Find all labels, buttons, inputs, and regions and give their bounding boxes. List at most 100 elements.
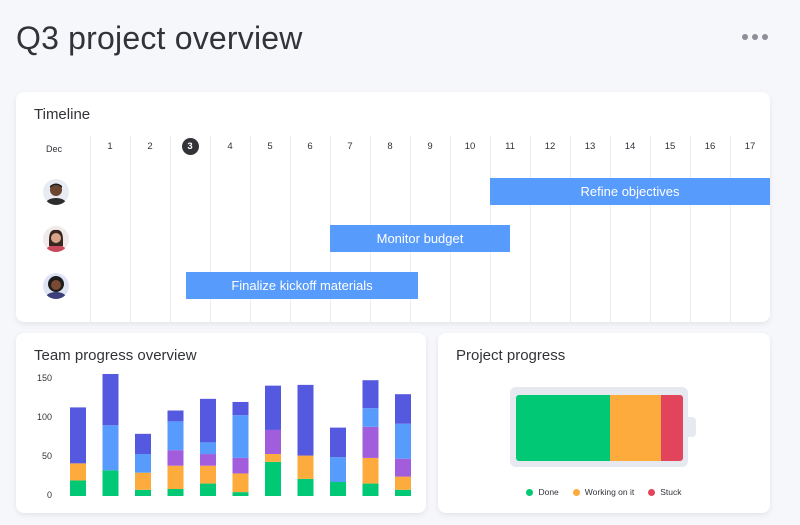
bar-segment[interactable]: [232, 415, 249, 458]
bar-segment[interactable]: [102, 373, 119, 426]
bar-segment[interactable]: [297, 384, 314, 456]
bar-segment[interactable]: [330, 482, 346, 496]
bar-segment[interactable]: [395, 394, 411, 424]
bar-segment[interactable]: [330, 427, 346, 458]
bar-segment[interactable]: [70, 480, 86, 496]
timeline-gridline: [730, 136, 731, 322]
timeline-widget: Timeline Dec 1 2 3 4 5 6 7 8 9 10 11 12 13 14 15 16 17 Re…: [16, 92, 770, 322]
timeline-day: 9: [427, 141, 433, 152]
timeline-gridline: [690, 136, 691, 322]
legend-item: Done: [526, 487, 559, 497]
progress-segment[interactable]: [661, 395, 683, 461]
project-progress-widget: Project progress Done Working on it Stuck: [438, 333, 770, 513]
timeline-day-today: 3: [170, 138, 210, 155]
bar-segment[interactable]: [200, 398, 216, 443]
bar-segment[interactable]: [200, 442, 216, 455]
more-options-icon[interactable]: [742, 30, 772, 44]
timeline-day: 11: [505, 141, 515, 152]
timeline-gridline: [130, 136, 131, 322]
timeline-task-bar[interactable]: Finalize kickoff materials: [186, 272, 418, 299]
bar-segment[interactable]: [265, 454, 281, 462]
bar-segment[interactable]: [362, 380, 379, 409]
bar-segment[interactable]: [362, 483, 379, 496]
bar-segment[interactable]: [135, 454, 151, 473]
bar-segment[interactable]: [330, 457, 346, 483]
timeline-day: 8: [387, 141, 393, 152]
bar-segment[interactable]: [102, 470, 119, 496]
bar-segment[interactable]: [135, 472, 151, 490]
timeline-day: 6: [307, 141, 313, 152]
timeline-gridline: [570, 136, 571, 322]
bar-segment[interactable]: [362, 457, 379, 484]
bar-segment[interactable]: [200, 483, 216, 496]
timeline-title: Timeline: [34, 106, 91, 123]
timeline-day: 10: [464, 141, 476, 152]
timeline-gridline: [610, 136, 611, 322]
timeline-gridline: [170, 136, 171, 322]
project-progress-title: Project progress: [456, 347, 566, 364]
timeline-day: 7: [347, 141, 353, 152]
bar-segment[interactable]: [135, 489, 151, 496]
bar-segment[interactable]: [297, 478, 314, 496]
legend-dot-icon: [526, 488, 534, 496]
bar-segment[interactable]: [167, 450, 184, 466]
progress-battery: [516, 395, 683, 461]
bar-segment[interactable]: [135, 433, 151, 455]
timeline-month: Dec: [46, 144, 63, 154]
legend-item: Stuck: [648, 487, 682, 497]
bar-segment[interactable]: [167, 465, 184, 490]
timeline-day: 17: [744, 141, 756, 152]
bar-segment[interactable]: [362, 408, 379, 427]
bar-segment[interactable]: [167, 489, 184, 496]
legend-label: Stuck: [660, 487, 682, 497]
page-title: Q3 project overview: [16, 20, 303, 56]
timeline-gridline: [90, 136, 91, 322]
bar-segment[interactable]: [395, 458, 411, 477]
timeline-day: 2: [147, 141, 153, 152]
bar-segment[interactable]: [395, 489, 411, 496]
avatar-user-1[interactable]: [43, 179, 69, 205]
progress-segment[interactable]: [609, 395, 662, 461]
timeline-day: 15: [664, 141, 676, 152]
progress-legend: Done Working on it Stuck: [438, 487, 770, 497]
bar-segment[interactable]: [232, 473, 249, 493]
team-progress-widget: Team progress overview 0 50 100 150: [16, 333, 426, 513]
bar-segment[interactable]: [362, 426, 379, 458]
timeline-day: 12: [544, 141, 556, 152]
bar-segment[interactable]: [232, 401, 249, 416]
bar-segment[interactable]: [265, 461, 281, 496]
dot: [762, 34, 768, 40]
timeline-day: 16: [704, 141, 716, 152]
timeline-day: 4: [227, 141, 233, 152]
legend-dot-icon: [572, 488, 580, 496]
team-progress-chart: [70, 373, 411, 496]
timeline-day: 14: [624, 141, 636, 152]
timeline-gridline: [530, 136, 531, 322]
bar-segment[interactable]: [102, 425, 119, 471]
bar-segment[interactable]: [200, 454, 216, 466]
dot: [752, 34, 758, 40]
bar-segment[interactable]: [395, 423, 411, 459]
bar-segment[interactable]: [232, 457, 249, 474]
legend-label: Done: [538, 487, 559, 497]
bar-segment[interactable]: [200, 465, 216, 484]
bar-segment[interactable]: [167, 410, 184, 422]
bar-segment[interactable]: [232, 492, 249, 496]
timeline-day: 1: [107, 141, 113, 152]
progress-segment[interactable]: [516, 395, 610, 461]
battery-tip: [688, 417, 696, 437]
bar-segment[interactable]: [395, 476, 411, 490]
avatar-user-2[interactable]: [43, 226, 69, 252]
legend-item: Working on it: [572, 487, 635, 497]
timeline-gridline: [650, 136, 651, 322]
bar-segment[interactable]: [265, 385, 281, 430]
bar-segment[interactable]: [297, 455, 314, 479]
bar-segment[interactable]: [265, 429, 281, 455]
avatar-user-3[interactable]: [43, 273, 69, 299]
bar-segment[interactable]: [70, 407, 86, 464]
legend-label: Working on it: [584, 487, 635, 497]
bar-segment[interactable]: [70, 463, 86, 481]
timeline-task-bar[interactable]: Monitor budget: [330, 225, 510, 252]
bar-segment[interactable]: [167, 421, 184, 451]
timeline-task-bar[interactable]: Refine objectives: [490, 178, 770, 205]
